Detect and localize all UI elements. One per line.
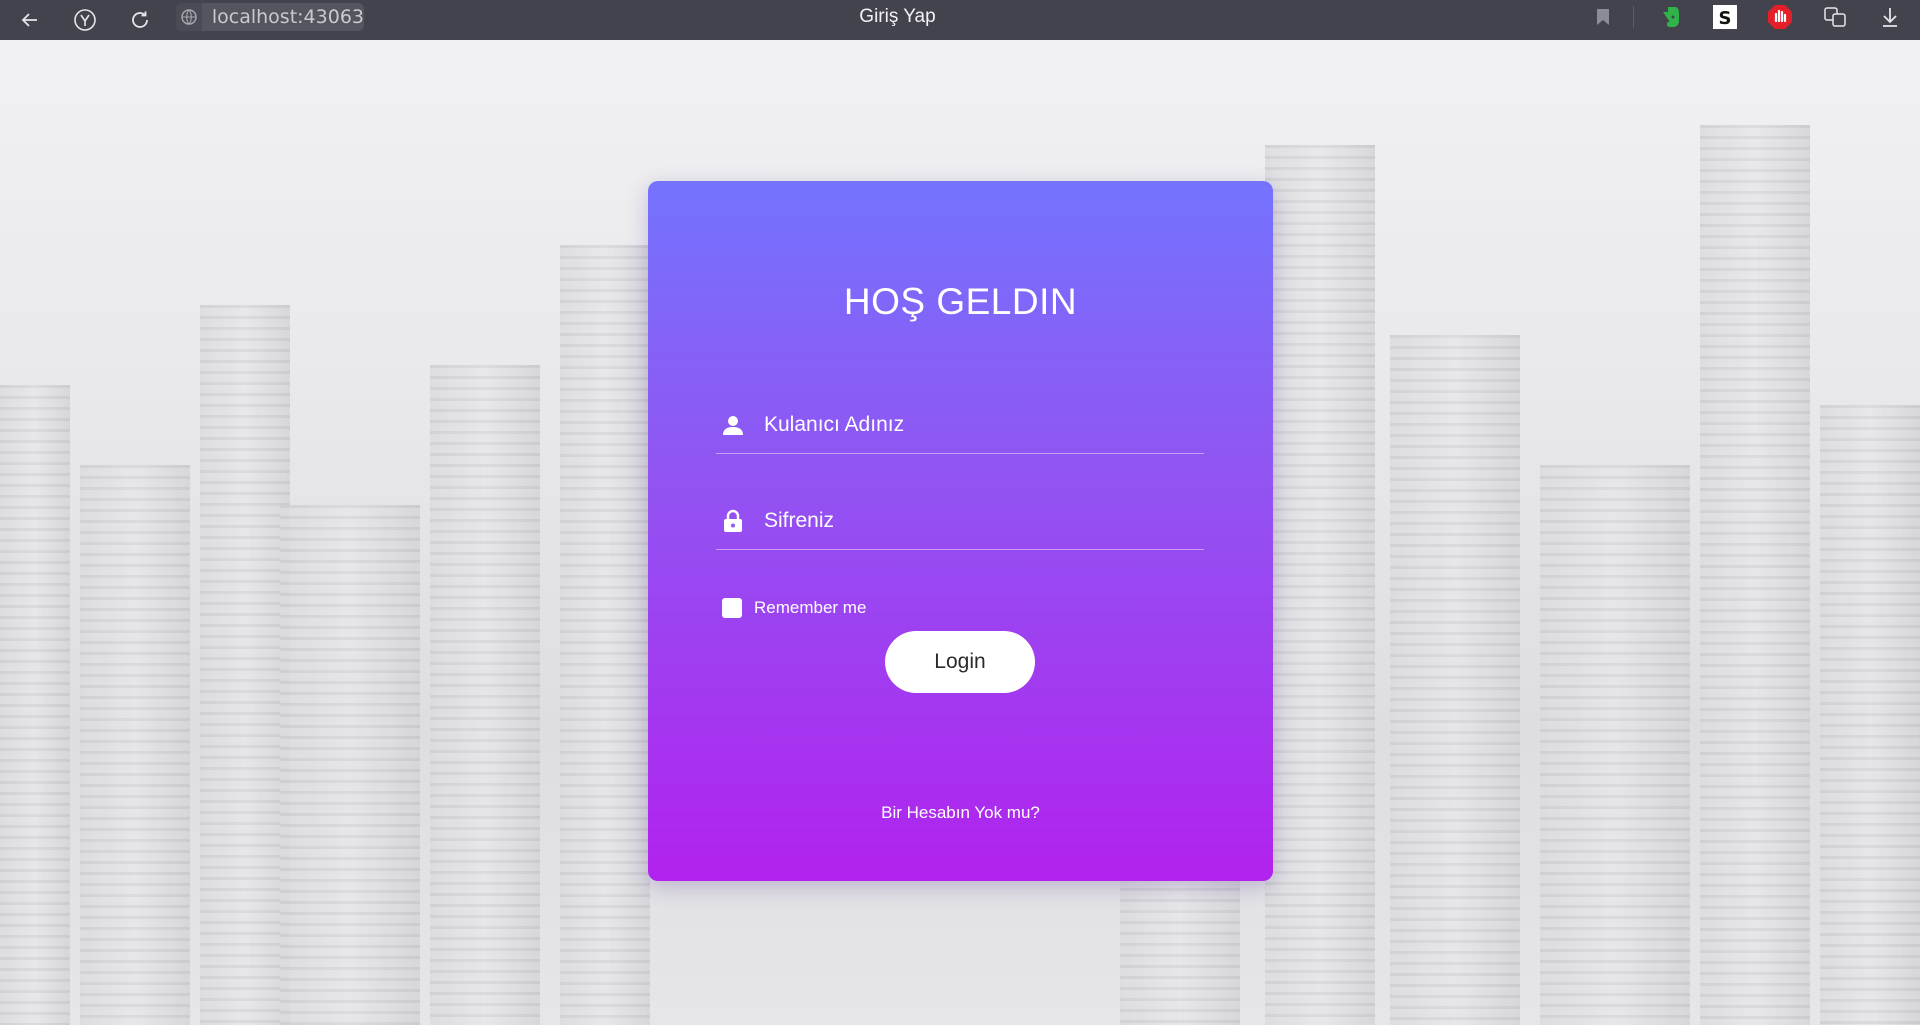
remember-checkbox[interactable] (722, 598, 742, 618)
toolbar-divider (1633, 6, 1634, 28)
background-building (200, 305, 290, 1025)
remember-label[interactable]: Remember me (754, 598, 866, 618)
yandex-button[interactable] (65, 0, 105, 40)
bookmark-icon (1597, 9, 1609, 25)
adblock-extension[interactable] (1760, 0, 1800, 34)
yandex-icon (74, 9, 96, 31)
signup-link[interactable]: Bir Hesabın Yok mu? (648, 803, 1273, 823)
evernote-icon (1663, 7, 1679, 27)
background-building (1540, 465, 1690, 1025)
back-button[interactable] (10, 0, 50, 40)
background-building (430, 365, 540, 1025)
username-input[interactable] (762, 407, 1196, 443)
password-field[interactable] (716, 493, 1204, 550)
adblock-icon (1768, 5, 1792, 29)
background-building (1265, 145, 1375, 1025)
background-building (80, 465, 190, 1025)
site-info-icon[interactable] (176, 3, 202, 31)
page-content: HOŞ GELDIN Remember me Login Bir Hesabın… (0, 40, 1920, 1025)
username-field[interactable] (716, 397, 1204, 454)
svg-text:S: S (1719, 8, 1732, 29)
evernote-extension[interactable] (1650, 0, 1690, 34)
reload-icon (132, 11, 148, 28)
background-building (560, 245, 650, 1025)
bookmark-button[interactable] (1583, 0, 1623, 34)
login-card: HOŞ GELDIN Remember me Login Bir Hesabın… (648, 181, 1273, 881)
background-building (0, 385, 70, 1025)
background-building (280, 505, 420, 1025)
translate-icon (1824, 7, 1846, 27)
s-extension[interactable]: S (1705, 0, 1745, 34)
address-bar[interactable]: localhost:43063 (176, 3, 364, 31)
background-building (1700, 125, 1810, 1025)
address-text[interactable]: localhost:43063 (202, 6, 364, 28)
s-extension-icon: S (1713, 5, 1737, 29)
login-title: HOŞ GELDIN (843, 281, 1078, 322)
user-icon (720, 412, 746, 438)
remember-me[interactable]: Remember me (722, 598, 866, 618)
lock-icon (720, 508, 746, 534)
password-input[interactable] (762, 503, 1196, 539)
background-building (1390, 335, 1520, 1025)
downloads-button[interactable] (1870, 0, 1910, 34)
reload-button[interactable] (120, 0, 160, 40)
back-arrow-icon (21, 13, 37, 27)
background-building (1820, 405, 1920, 1025)
login-button[interactable]: Login (885, 631, 1035, 693)
download-icon (1883, 8, 1897, 27)
browser-toolbar: localhost:43063 Giriş Yap S (0, 0, 1920, 40)
translate-extension[interactable] (1815, 0, 1855, 34)
